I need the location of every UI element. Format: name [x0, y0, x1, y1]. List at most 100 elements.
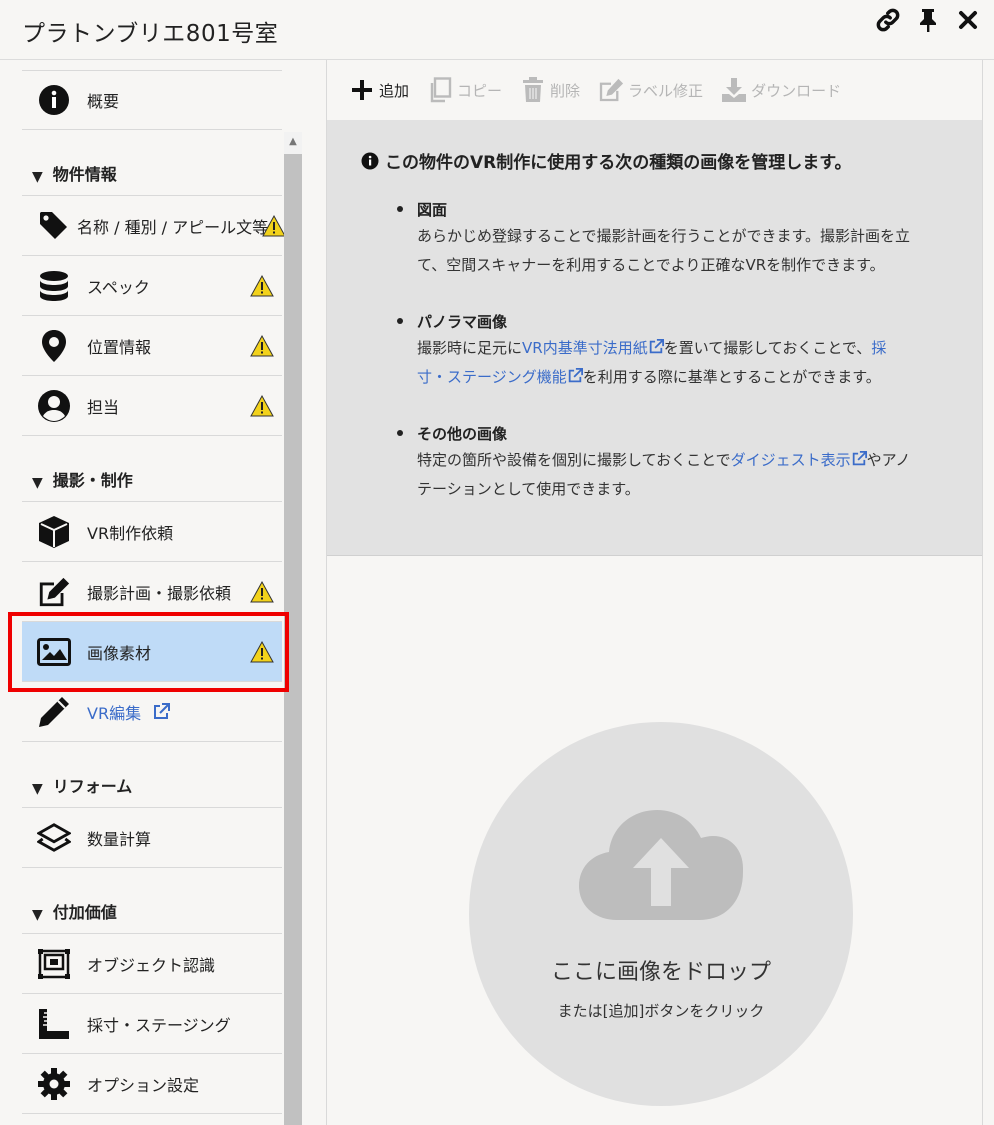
external-link-icon: [649, 339, 664, 354]
sidebar-item-shoot-plan[interactable]: 撮影計画・撮影依頼: [22, 562, 282, 622]
edit-square-icon: [598, 77, 624, 103]
info-item-text: 特定の箇所や設備を個別に撮影しておくことでダイジェスト表示 やアノ テーションとし…: [417, 446, 965, 504]
add-button[interactable]: 追加: [349, 77, 409, 103]
external-link-icon: [852, 451, 867, 466]
triangle-down-icon: ▼: [32, 169, 43, 185]
edit-square-icon: [37, 575, 71, 609]
database-icon: [37, 269, 71, 303]
sidebar-item-label: オプション設定: [87, 1075, 200, 1095]
window-title: プラトンブリエ801号室: [22, 21, 279, 47]
sidebar-item-label: 採寸・ステージング: [87, 1015, 231, 1035]
sidebar: 概要 ▼ 物件情報 名称 / 種別 / アピール文等 スペック 位置情報 担当 …: [0, 60, 305, 1125]
sidebar-item-measure-staging[interactable]: 採寸・ステージング: [22, 994, 282, 1054]
scroll-thumb[interactable]: [284, 154, 302, 1125]
sidebar-item-label: VR編集: [87, 700, 171, 724]
warning-icon: [250, 274, 274, 296]
sidebar-item-label: 画像素材: [87, 643, 152, 663]
sidebar-item-images[interactable]: 画像素材: [22, 622, 282, 682]
section-property[interactable]: ▼ 物件情報: [22, 130, 282, 196]
sidebar-item-quantity[interactable]: 数量計算: [22, 808, 282, 868]
gear-icon: [37, 1067, 71, 1101]
list-item: その他の画像 特定の箇所や設備を個別に撮影しておくことでダイジェスト表示 やアノ …: [395, 422, 965, 504]
scroll-up-arrow-icon[interactable]: ▲: [284, 132, 302, 150]
user-circle-icon: [37, 389, 71, 423]
section-added-value[interactable]: ▼ 付加価値: [22, 868, 282, 934]
measure-staging-link[interactable]: 寸・ステージング機能: [417, 368, 583, 386]
sidebar-item-location[interactable]: 位置情報: [22, 316, 282, 376]
measure-staging-link-start[interactable]: 採: [871, 339, 886, 357]
triangle-down-icon: ▼: [32, 475, 43, 491]
list-item: パノラマ画像 撮影時に足元にVR内基準寸法用紙 を置いて撮影しておくことで、採 寸…: [395, 310, 965, 392]
tag-icon: [37, 209, 71, 243]
info-text-segment: 特定の箇所や設備を個別に撮影しておくことで: [417, 451, 731, 469]
link-icon[interactable]: [874, 6, 902, 34]
section-label: 物件情報: [52, 165, 117, 184]
cloud-upload-icon: [579, 810, 743, 920]
trash-icon: [520, 77, 546, 103]
download-button[interactable]: ダウンロード: [721, 77, 841, 103]
object-detect-icon: [37, 947, 71, 981]
warning-icon: [262, 214, 286, 236]
image-dropzone[interactable]: ここに画像をドロップ または[追加]ボタンをクリック: [469, 722, 853, 1106]
sidebar-item-label: スペック: [87, 277, 150, 297]
info-item-text: 撮影時に足元にVR内基準寸法用紙 を置いて撮影しておくことで、採 寸・ステージング…: [417, 334, 965, 392]
sidebar-item-label: 名称 / 種別 / アピール文等: [77, 217, 269, 237]
info-text-segment: やアノ: [866, 451, 911, 469]
sidebar-item-vr-request[interactable]: VR制作依頼: [22, 502, 282, 562]
section-shooting[interactable]: ▼ 撮影・制作: [22, 436, 282, 502]
label-edit-button[interactable]: ラベル修正: [598, 77, 703, 103]
sidebar-item-object-recognition[interactable]: オブジェクト認識: [22, 934, 282, 994]
info-heading: この物件のVR制作に使用する次の種類の画像を管理します。: [361, 148, 852, 173]
plus-icon: [349, 77, 375, 103]
sidebar-item-contact[interactable]: 担当: [22, 376, 282, 436]
info-text-segment: を利用する際に基準とすることができます。: [582, 368, 881, 386]
sidebar-item-overview[interactable]: 概要: [22, 70, 282, 130]
sidebar-item-label: 数量計算: [87, 829, 152, 849]
warning-icon: [250, 640, 274, 662]
cube-icon: [37, 515, 71, 549]
vr-reference-paper-link[interactable]: VR内基準寸法用紙: [522, 339, 664, 357]
info-text-segment: 撮影時に足元に: [417, 339, 523, 357]
info-circle-icon: [361, 152, 379, 169]
sidebar-item-name[interactable]: 名称 / 種別 / アピール文等: [22, 196, 286, 256]
sidebar-item-spec[interactable]: スペック: [22, 256, 282, 316]
sidebar-item-options[interactable]: オプション設定: [22, 1054, 282, 1114]
layers-icon: [37, 821, 71, 855]
pin-icon[interactable]: [914, 6, 942, 34]
dropzone-title: ここに画像をドロップ: [550, 960, 771, 985]
section-label: 付加価値: [52, 903, 117, 922]
warning-icon: [250, 334, 274, 356]
image-icon: [37, 635, 71, 669]
digest-view-link[interactable]: ダイジェスト表示: [731, 451, 867, 469]
sidebar-item-vr-edit[interactable]: VR編集: [22, 682, 282, 742]
info-item-text: あらかじめ登録することで撮影計画を行うことができます。撮影計画を立 て、空間スキ…: [417, 222, 965, 280]
sidebar-item-label: 担当: [87, 397, 120, 417]
sidebar-scrollbar[interactable]: ▲: [284, 132, 302, 1125]
delete-button[interactable]: 削除: [520, 77, 580, 103]
info-list: 図面 あらかじめ登録することで撮影計画を行うことができます。撮影計画を立 て、空…: [395, 198, 965, 534]
info-item-title: その他の画像: [417, 425, 508, 443]
sidebar-item-label: 概要: [87, 92, 120, 111]
info-text-segment: を置いて撮影しておくことで、: [663, 339, 872, 357]
info-item-title: 図面: [417, 201, 448, 219]
copy-button[interactable]: コピー: [427, 77, 502, 103]
info-text-line: あらかじめ登録することで撮影計画を行うことができます。撮影計画を立: [417, 227, 911, 245]
triangle-down-icon: ▼: [32, 907, 43, 923]
sidebar-item-label: VR制作依頼: [87, 523, 174, 543]
map-pin-icon: [37, 329, 71, 363]
info-item-title: パノラマ画像: [417, 313, 508, 331]
sidebar-item-label: 位置情報: [87, 337, 152, 357]
download-button-label: ダウンロード: [751, 81, 842, 100]
info-text-line: テーションとして使用できます。: [417, 480, 640, 498]
list-item: 図面 あらかじめ登録することで撮影計画を行うことができます。撮影計画を立 て、空…: [395, 198, 965, 280]
section-reform[interactable]: ▼ リフォーム: [22, 742, 282, 808]
info-text-line: て、空間スキャナーを利用することでより正確なVRを制作できます。: [417, 256, 885, 274]
close-icon[interactable]: [954, 6, 982, 34]
main-panel: 追加 コピー 削除 ラベル修正 ダウンロード この物件のVR制作に使用する次の種…: [326, 60, 983, 1125]
label-edit-button-label: ラベル修正: [628, 81, 704, 100]
external-link-icon: [154, 702, 171, 719]
info-panel: この物件のVR制作に使用する次の種類の画像を管理します。 図面 あらかじめ登録す…: [327, 120, 982, 556]
ruler-icon: [37, 1007, 71, 1041]
section-label: 撮影・制作: [52, 471, 133, 490]
triangle-down-icon: ▼: [32, 781, 43, 797]
